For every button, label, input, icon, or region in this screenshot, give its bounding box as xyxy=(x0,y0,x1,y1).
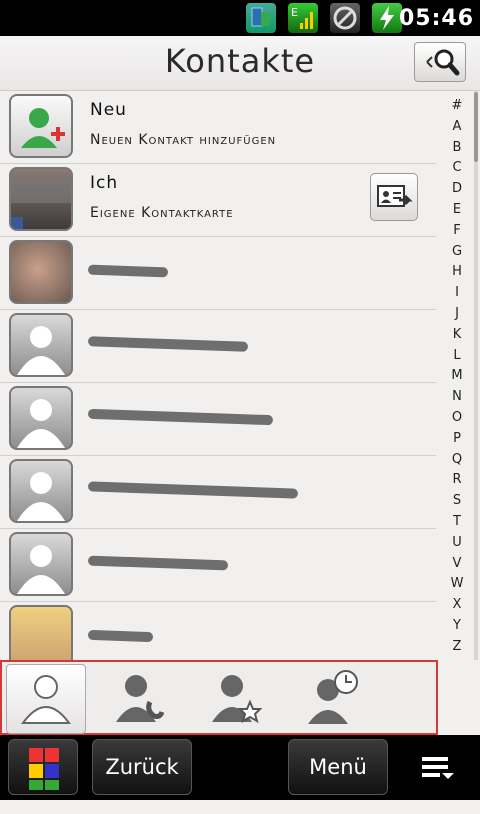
menu-button[interactable]: Menü xyxy=(288,739,388,795)
history-tab-icon xyxy=(308,670,358,724)
back-button[interactable]: Zurück xyxy=(92,739,192,795)
list-item-me[interactable]: Ich Eigene Kontaktkarte xyxy=(0,163,436,237)
phone-tab-icon xyxy=(116,675,165,722)
redacted-name xyxy=(87,336,249,352)
status-bar: E 05:46 xyxy=(0,0,480,36)
home-button[interactable] xyxy=(8,739,78,795)
default-avatar-icon xyxy=(9,459,73,523)
list-item[interactable] xyxy=(0,601,436,660)
contacts-tab-icon xyxy=(21,675,71,724)
alphabet-index[interactable]: # A B C D E F G H I J K L M N O P Q R S T U V W X Y Z xyxy=(444,96,470,658)
default-avatar-icon xyxy=(9,313,73,377)
contact-name: Ich xyxy=(90,173,119,193)
avatar xyxy=(9,240,73,304)
scrollbar-track[interactable] xyxy=(474,90,478,660)
contact-name: Neu xyxy=(90,100,127,120)
alphabet-letter[interactable]: J xyxy=(444,304,470,325)
network-type-label: E xyxy=(291,6,298,19)
alphabet-letter[interactable]: T xyxy=(444,512,470,533)
search-button[interactable] xyxy=(414,42,466,82)
alphabet-letter[interactable]: Z xyxy=(444,637,470,658)
redacted-name xyxy=(87,264,169,278)
overflow-menu-button[interactable] xyxy=(410,739,470,795)
contact-card-send-icon xyxy=(377,185,413,207)
alphabet-letter[interactable]: K xyxy=(444,325,470,346)
battery-charging-icon xyxy=(372,3,402,33)
add-contact-icon xyxy=(9,94,73,158)
list-item[interactable] xyxy=(0,309,436,383)
sync-icon xyxy=(330,3,360,33)
tab-phone[interactable] xyxy=(102,664,180,732)
list-item[interactable] xyxy=(0,528,436,602)
contact-list[interactable]: Neu Neuen Kontakt hinzufügen Ich Eigene … xyxy=(0,90,436,660)
header: Kontakte xyxy=(0,36,480,91)
list-item[interactable] xyxy=(0,455,436,529)
overflow-menu-icon xyxy=(422,757,454,779)
alphabet-letter[interactable]: A xyxy=(444,117,470,138)
default-avatar-icon xyxy=(9,386,73,450)
contact-subtitle: Neuen Kontakt hinzufügen xyxy=(90,132,277,148)
alphabet-letter[interactable]: Q xyxy=(444,450,470,471)
avatar xyxy=(9,167,73,231)
scrollbar-thumb[interactable] xyxy=(474,92,478,162)
tab-favorites[interactable] xyxy=(198,664,276,732)
redacted-name xyxy=(87,629,154,643)
alphabet-letter[interactable]: C xyxy=(444,158,470,179)
alphabet-letter[interactable]: B xyxy=(444,138,470,159)
alphabet-letter[interactable]: I xyxy=(444,283,470,304)
favorites-tab-icon xyxy=(212,675,263,724)
tab-bar xyxy=(0,660,438,735)
alphabet-letter[interactable]: L xyxy=(444,346,470,367)
list-item[interactable] xyxy=(0,382,436,456)
alphabet-letter[interactable]: V xyxy=(444,554,470,575)
alphabet-letter[interactable]: G xyxy=(444,242,470,263)
clock: 05:46 xyxy=(398,6,474,31)
page-title: Kontakte xyxy=(164,42,316,80)
alphabet-letter[interactable]: M xyxy=(444,366,470,387)
contact-subtitle: Eigene Kontaktkarte xyxy=(90,205,234,221)
redacted-name xyxy=(87,408,274,426)
alphabet-letter[interactable]: D xyxy=(444,179,470,200)
alphabet-letter[interactable]: S xyxy=(444,491,470,512)
alphabet-letter[interactable]: H xyxy=(444,262,470,283)
avatar xyxy=(9,605,73,660)
alphabet-letter[interactable]: F xyxy=(444,221,470,242)
tab-contacts[interactable] xyxy=(6,664,86,734)
alphabet-letter[interactable]: U xyxy=(444,533,470,554)
alphabet-letter[interactable]: O xyxy=(444,408,470,429)
redacted-name xyxy=(87,481,299,499)
contact-card-send-button[interactable] xyxy=(370,173,418,221)
alphabet-letter[interactable]: E xyxy=(444,200,470,221)
list-item[interactable] xyxy=(0,236,436,310)
app-launcher-icon xyxy=(29,748,59,790)
alphabet-letter[interactable]: N xyxy=(444,387,470,408)
alphabet-letter[interactable]: # xyxy=(444,96,470,117)
sim-toolkit-icon xyxy=(246,3,276,33)
list-item-new-contact[interactable]: Neu Neuen Kontakt hinzufügen xyxy=(0,90,436,164)
tab-history[interactable] xyxy=(294,664,372,732)
signal-icon: E xyxy=(288,3,318,33)
alphabet-letter[interactable]: X xyxy=(444,595,470,616)
redacted-name xyxy=(87,555,229,571)
alphabet-letter[interactable]: W xyxy=(444,574,470,595)
alphabet-letter[interactable]: P xyxy=(444,429,470,450)
default-avatar-icon xyxy=(9,532,73,596)
alphabet-letter[interactable]: Y xyxy=(444,616,470,637)
bottom-bar: Zurück Menü xyxy=(0,735,480,800)
alphabet-letter[interactable]: R xyxy=(444,470,470,491)
search-icon xyxy=(426,49,460,76)
